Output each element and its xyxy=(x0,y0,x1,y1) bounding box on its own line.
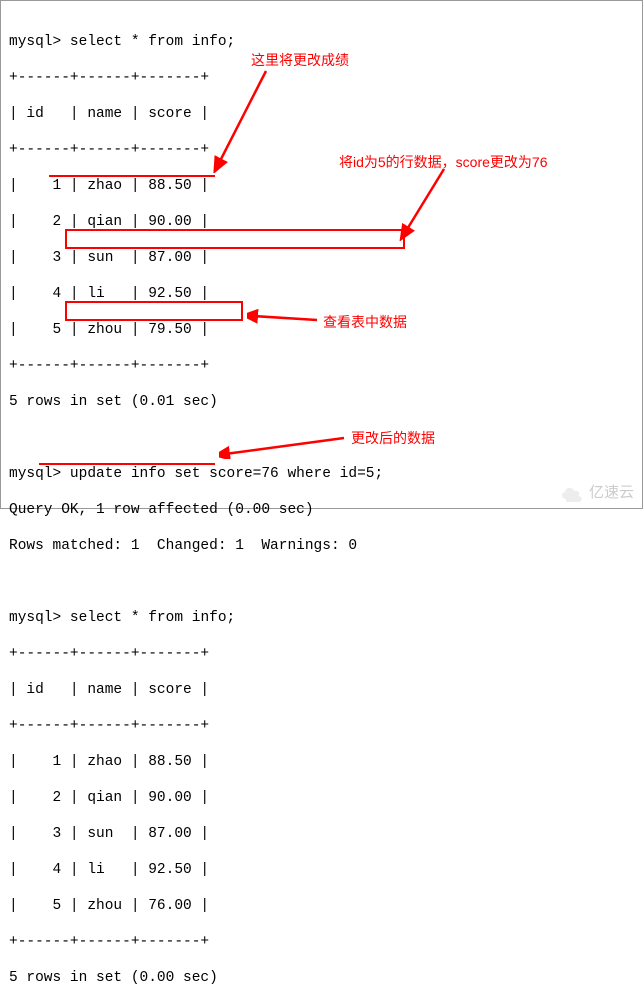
watermark: 亿速云 xyxy=(559,484,634,502)
annotation-2: 将id为5的行数据，score更改为76 xyxy=(339,153,548,171)
table-row: | 5 | zhou | 76.00 | xyxy=(9,897,634,915)
table-row: | 3 | sun | 87.00 | xyxy=(9,825,634,843)
update-result-2: Rows matched: 1 Changed: 1 Warnings: 0 xyxy=(9,537,634,555)
mysql-prompt: mysql> xyxy=(9,466,61,482)
table-separator: +------+------+-------+ xyxy=(9,717,634,735)
result-footer: 5 rows in set (0.01 sec) xyxy=(9,393,634,411)
sql-update: update info set score=76 where id=5; xyxy=(70,466,383,482)
result-footer: 5 rows in set (0.00 sec) xyxy=(9,969,634,987)
table-row: | 1 | zhao | 88.50 | xyxy=(9,177,634,195)
table-row: | 1 | zhao | 88.50 | xyxy=(9,753,634,771)
mysql-prompt: mysql> xyxy=(9,34,61,50)
mysql-prompt: mysql> xyxy=(9,610,61,626)
annotation-4: 更改后的数据 xyxy=(351,429,435,447)
table-separator: +------+------+-------+ xyxy=(9,933,634,951)
sql-select-1: select * from info; xyxy=(70,34,235,50)
annotation-3: 查看表中数据 xyxy=(323,313,407,331)
table-row: | 4 | li | 92.50 | xyxy=(9,861,634,879)
table-row: | 4 | li | 92.50 | xyxy=(9,285,634,303)
update-result-1: Query OK, 1 row affected (0.00 sec) xyxy=(9,501,634,519)
table-header: | id | name | score | xyxy=(9,105,634,123)
table-separator: +------+------+-------+ xyxy=(9,645,634,663)
table-row: | 2 | qian | 90.00 | xyxy=(9,213,634,231)
cloud-icon xyxy=(559,484,585,502)
watermark-text: 亿速云 xyxy=(589,484,634,502)
table-row: | 3 | sun | 87.00 | xyxy=(9,249,634,267)
annotation-1: 这里将更改成绩 xyxy=(251,51,349,69)
table-separator: +------+------+-------+ xyxy=(9,69,634,87)
table-header: | id | name | score | xyxy=(9,681,634,699)
sql-select-2: select * from info; xyxy=(70,610,235,626)
table-separator: +------+------+-------+ xyxy=(9,357,634,375)
table-row: | 2 | qian | 90.00 | xyxy=(9,789,634,807)
table-row: | 5 | zhou | 79.50 | xyxy=(9,321,634,339)
